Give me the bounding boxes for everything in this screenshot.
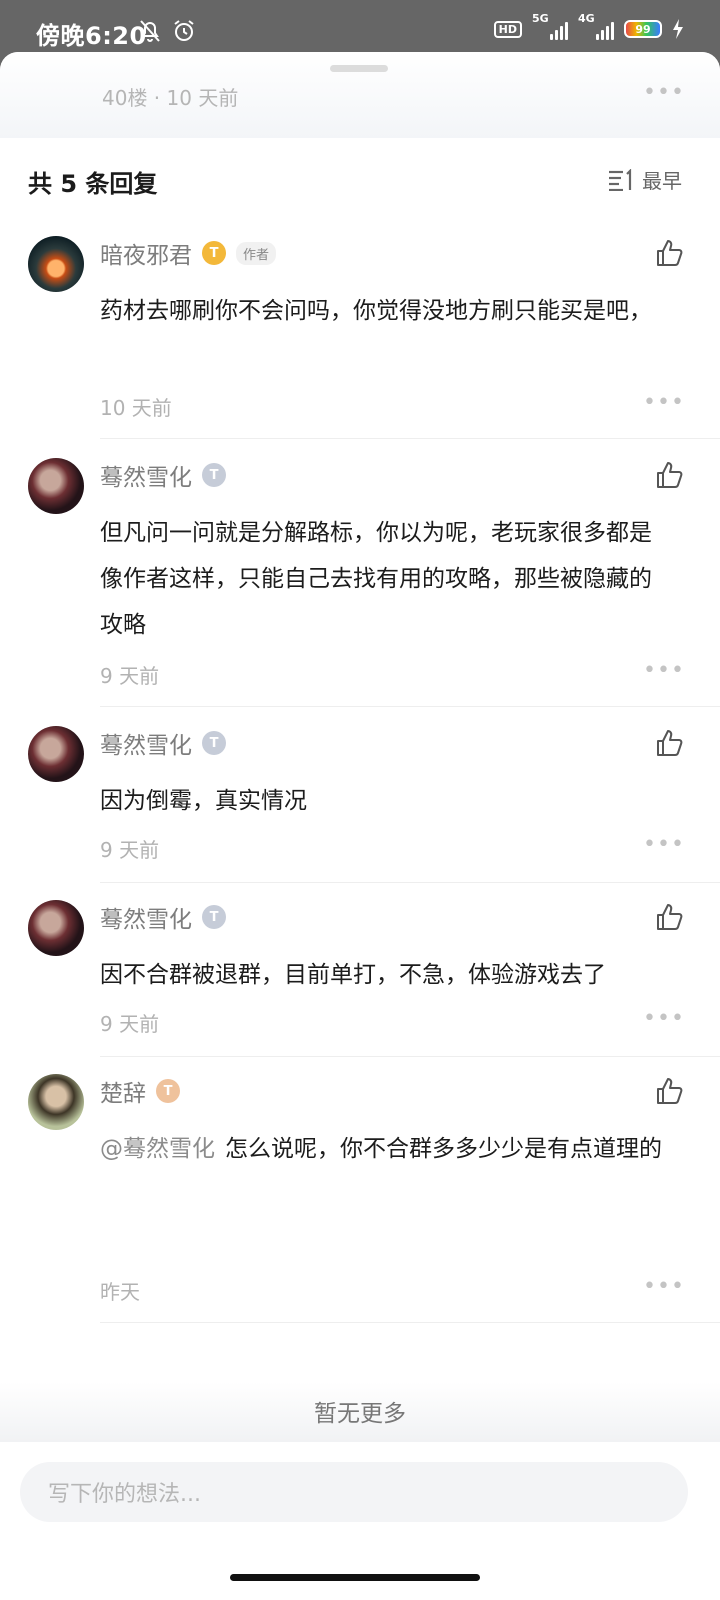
more-options-icon[interactable]: ••• — [643, 1008, 685, 1030]
signal-bars-icon — [550, 18, 568, 40]
comment-time: 9 天前 — [100, 664, 160, 688]
like-icon[interactable] — [654, 460, 684, 490]
drag-handle[interactable] — [330, 65, 388, 72]
comment-item: 蓦然雪化 T 但凡问一问就是分解路标，你以为呢，老玩家很多都是像作者这样，只能自… — [0, 444, 720, 714]
comment-item: 蓦然雪化 T 因不合群被退群，目前单打，不急，体验游戏去了 9 天前 ••• — [0, 886, 720, 1062]
like-icon[interactable] — [654, 1076, 684, 1106]
more-options-icon[interactable]: ••• — [643, 834, 685, 856]
comment-time: 9 天前 — [100, 838, 160, 862]
like-icon[interactable] — [654, 238, 684, 268]
comment-time: 9 天前 — [100, 1012, 160, 1036]
username[interactable]: 蓦然雪化 — [100, 726, 192, 760]
comment-text: 但凡问一问就是分解路标，你以为呢，老玩家很多都是像作者这样，只能自己去找有用的攻… — [100, 520, 652, 638]
comment-user-row: 楚辞 T — [100, 1074, 180, 1108]
username[interactable]: 蓦然雪化 — [100, 458, 192, 492]
comment-text: 因为倒霉，真实情况 — [100, 788, 307, 814]
comment-user-row: 蓦然雪化 T — [100, 458, 226, 492]
alarm-icon — [174, 20, 194, 41]
avatar[interactable] — [28, 900, 84, 956]
comment-input[interactable]: 写下你的想法... — [20, 1462, 688, 1522]
more-options-icon[interactable]: ••• — [643, 82, 685, 104]
username[interactable]: 蓦然雪化 — [100, 900, 192, 934]
signal-bars-icon — [596, 18, 614, 40]
more-options-icon[interactable]: ••• — [643, 1276, 685, 1298]
divider — [100, 438, 720, 439]
comment-input-bar: 写下你的想法... — [0, 1442, 720, 1552]
reply-count: 共 5 条回复 — [28, 170, 158, 198]
level-badge-icon: T — [202, 463, 226, 487]
comment-text: 因不合群被退群，目前单打，不急，体验游戏去了 — [100, 962, 606, 988]
comment-user-row: 蓦然雪化 T — [100, 900, 226, 934]
avatar[interactable] — [28, 236, 84, 292]
charging-icon — [673, 19, 683, 39]
status-time: 傍晚6:20 — [36, 22, 147, 50]
level-badge-icon: T — [202, 241, 226, 265]
home-indicator[interactable] — [230, 1574, 480, 1581]
like-icon[interactable] — [654, 902, 684, 932]
mention-link[interactable]: @蓦然雪化 — [100, 1136, 215, 1162]
hd-badge: HD — [493, 20, 522, 38]
bell-off-icon — [140, 20, 160, 42]
floor-info: 40楼 · 10 天前 — [102, 86, 239, 110]
status-icons — [138, 18, 196, 44]
comment-text-body: 怎么说呢，你不合群多多少少是有点道理的 — [225, 1136, 662, 1162]
avatar[interactable] — [28, 458, 84, 514]
parent-post-row: 40楼 · 10 天前 ••• — [0, 52, 720, 138]
battery-icon: 99 — [624, 20, 662, 38]
net-label-5g: 5G — [532, 12, 549, 25]
level-badge-icon: T — [202, 731, 226, 755]
comment-time: 昨天 — [100, 1280, 140, 1304]
avatar[interactable] — [28, 1074, 84, 1130]
comment-text: @蓦然雪化 怎么说呢，你不合群多多少少是有点道理的 — [100, 1126, 670, 1172]
comment-user-row: 蓦然雪化 T — [100, 726, 226, 760]
author-tag: 作者 — [236, 241, 277, 265]
like-icon[interactable] — [654, 728, 684, 758]
username[interactable]: 暗夜邪君 — [100, 236, 192, 270]
comment-item: 暗夜邪君 T 作者 药材去哪刷你不会问吗，你觉得没地方刷只能买是吧， 10 天前… — [0, 222, 720, 440]
replies-sheet: 40楼 · 10 天前 ••• 共 5 条回复 最早 暗夜邪君 T 作者 药材去… — [0, 52, 720, 1600]
divider — [100, 882, 720, 883]
net-label-4g: 4G — [578, 12, 595, 25]
signal-4g: 4G — [578, 12, 614, 40]
level-badge-icon: T — [156, 1079, 180, 1103]
username[interactable]: 楚辞 — [100, 1074, 146, 1108]
divider — [100, 1322, 720, 1323]
avatar[interactable] — [28, 726, 84, 782]
sort-label: 最早 — [642, 169, 682, 193]
signal-5g: 5G — [532, 12, 568, 40]
status-right: HD 5G 4G 99 — [493, 12, 684, 40]
comment-time: 10 天前 — [100, 396, 172, 420]
sort-icon — [609, 168, 632, 191]
comment-item: 蓦然雪化 T 因为倒霉，真实情况 9 天前 ••• — [0, 712, 720, 888]
level-badge-icon: T — [202, 905, 226, 929]
more-options-icon[interactable]: ••• — [643, 392, 685, 414]
comment-item: 楚辞 T @蓦然雪化 怎么说呢，你不合群多多少少是有点道理的 昨天 ••• — [0, 1060, 720, 1330]
no-more-label: 暂无更多 — [314, 1401, 406, 1427]
comment-user-row: 暗夜邪君 T 作者 — [100, 236, 277, 270]
comment-text: 药材去哪刷你不会问吗，你觉得没地方刷只能买是吧， — [100, 298, 652, 324]
divider — [100, 706, 720, 707]
divider — [100, 1056, 720, 1057]
sort-button[interactable]: 最早 — [608, 165, 682, 194]
more-options-icon[interactable]: ••• — [643, 660, 685, 682]
